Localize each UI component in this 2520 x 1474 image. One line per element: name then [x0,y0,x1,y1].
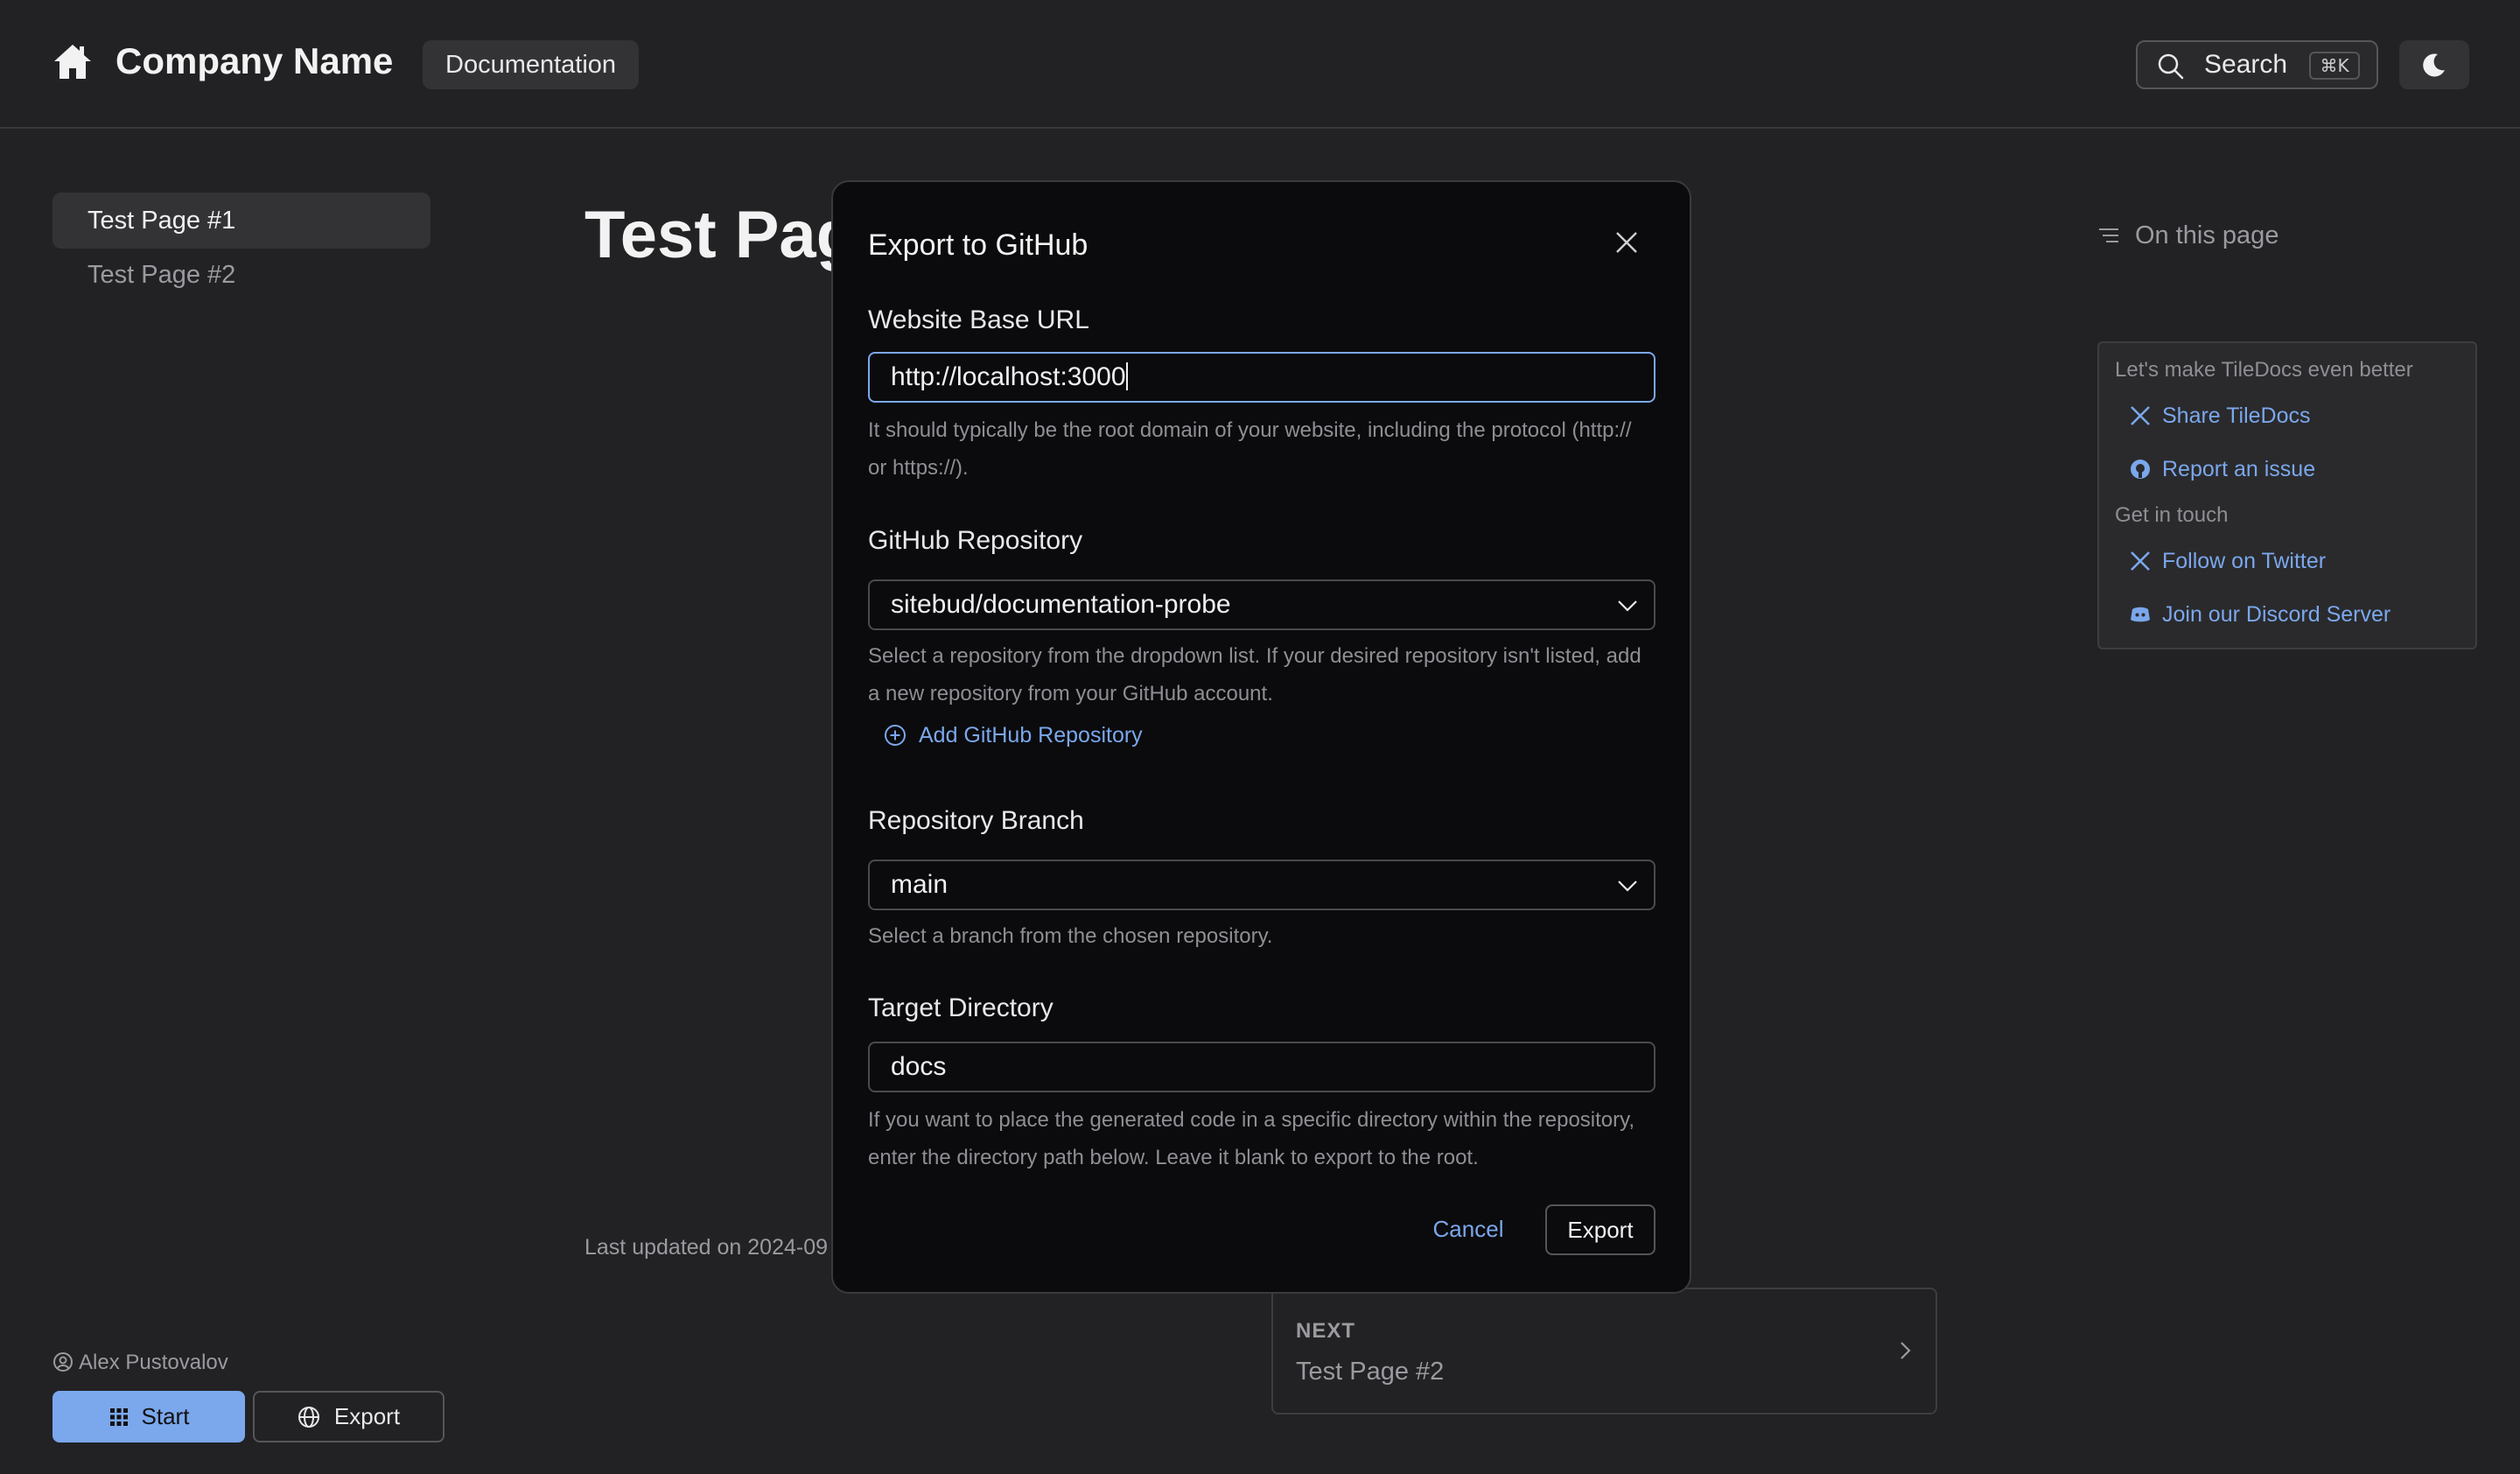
toc-heading: On this page [2096,221,2278,250]
globe-icon [298,1407,319,1428]
start-label: Start [141,1403,190,1429]
cancel-button[interactable]: Cancel [1424,1204,1512,1253]
company-name[interactable]: Company Name [116,39,393,84]
join-discord-link[interactable]: Join our Discord Server [2162,601,2390,628]
share-tiledocs-link[interactable]: Share TileDocs [2162,403,2311,429]
base-url-label: Website Base URL [868,305,1089,334]
moon-icon [2423,53,2445,77]
repo-help: Select a repository from the dropdown li… [868,644,1642,705]
grid-icon [109,1408,128,1426]
last-updated: Last updated on 2024-09 [584,1235,829,1260]
github-icon [2131,460,2150,479]
nav-documentation[interactable]: Documentation [423,40,640,89]
target-directory-input[interactable]: docs [868,1042,1656,1092]
next-page-title: Test Page #2 [1296,1358,1445,1386]
close-icon[interactable] [1612,228,1642,257]
text-caret [1125,362,1128,390]
base-url-value: http://localhost:3000 [891,362,1126,391]
top-header: Company Name Documentation Search ⌘K [0,0,2520,129]
toc-group-improve: Let's make TileDocs even better [2115,358,2413,382]
theme-toggle-button[interactable] [2399,40,2469,89]
toc-group-contact: Get in touch [2115,503,2229,527]
report-issue-link[interactable]: Report an issue [2162,456,2315,482]
dir-label: Target Directory [868,993,1054,1022]
chevron-down-icon [1618,600,1637,612]
sidebar-item-test-page-1[interactable]: Test Page #1 [52,193,430,249]
start-button[interactable]: Start [52,1391,245,1442]
base-url-input[interactable]: http://localhost:3000 [868,352,1656,403]
follow-twitter-link[interactable]: Follow on Twitter [2162,548,2326,574]
add-repo-label: Add GitHub Repository [919,723,1143,748]
chevron-right-icon [1900,1342,1911,1359]
dialog-title: Export to GitHub [868,228,1088,262]
export-side-label: Export [333,1403,401,1429]
plus-circle-icon [885,725,906,746]
export-button[interactable]: Export [1545,1204,1656,1255]
search-icon [2158,53,2184,80]
x-logo-icon [2131,406,2150,425]
branch-label: Repository Branch [868,806,1084,835]
toc-heading-label: On this page [2135,221,2279,249]
author-name: Alex Pustovalov [79,1351,228,1374]
repo-select[interactable]: sitebud/documentation-probe [868,579,1656,630]
x-logo-icon [2131,551,2150,571]
discord-icon [2131,607,2150,622]
search-button[interactable]: Search ⌘K [2136,40,2378,89]
home-icon[interactable] [52,42,93,81]
next-label: NEXT [1296,1319,1356,1343]
search-shortcut: ⌘K [2309,52,2360,80]
export-github-dialog: Export to GitHub Website Base URL http:/… [831,180,1691,1294]
repo-label: GitHub Repository [868,526,1083,555]
next-page-card[interactable]: NEXT Test Page #2 [1271,1288,1937,1414]
sidebar-item-test-page-2[interactable]: Test Page #2 [52,247,430,303]
add-github-repo-button[interactable]: Add GitHub Repository [884,721,1143,749]
dir-value: docs [891,1052,947,1081]
branch-help: Select a branch from the chosen reposito… [868,924,1273,948]
branch-select[interactable]: main [868,860,1656,910]
author-info: Alex Pustovalov [52,1350,228,1376]
dir-help: If you want to place the generated code … [868,1108,1635,1169]
chevron-down-icon [1618,881,1637,892]
base-url-help: It should typically be the root domain o… [868,418,1632,480]
user-circle-icon [53,1352,73,1372]
repo-value: sitebud/documentation-probe [891,590,1231,619]
branch-value: main [891,870,948,899]
toc-links-box: Let's make TileDocs even better Share Ti… [2097,341,2477,649]
list-icon [2099,228,2118,242]
export-button-sidebar[interactable]: Export [253,1391,444,1442]
search-label: Search [2204,50,2288,79]
